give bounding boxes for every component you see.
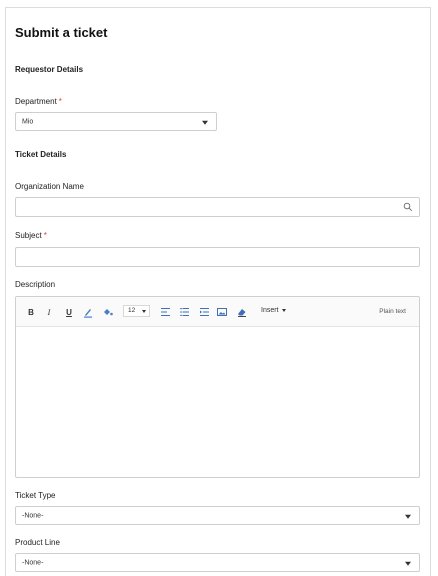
font-size-dropdown[interactable]: 12 [123, 305, 150, 317]
description-label: Description [15, 280, 56, 289]
required-marker: * [43, 231, 47, 240]
text-color-icon[interactable] [82, 306, 94, 318]
ticket-form-panel: Submit a ticket Requestor Details Depart… [5, 7, 431, 576]
organization-search-field[interactable] [15, 197, 420, 217]
insert-dropdown[interactable]: Insert [261, 307, 286, 314]
ticket-section-heading: Ticket Details [15, 150, 67, 159]
indent-icon[interactable] [198, 306, 210, 318]
requestor-section-heading: Requestor Details [15, 65, 84, 74]
organization-label: Organization Name [15, 182, 84, 191]
ticket-type-selected-value: -None- [22, 512, 44, 519]
department-selected-value: Mio [22, 118, 34, 125]
bold-icon[interactable]: B [25, 306, 37, 318]
search-icon[interactable] [403, 202, 413, 212]
chevron-down-icon [405, 514, 411, 519]
description-editor[interactable]: B I U 12 Insert Plain text [15, 296, 420, 478]
font-size-value: 12 [128, 307, 136, 314]
insert-label: Insert [261, 307, 279, 314]
page-title: Submit a ticket [15, 25, 108, 40]
plain-text-toggle[interactable]: Plain text [379, 308, 406, 315]
required-marker: * [58, 97, 62, 106]
clear-format-icon[interactable] [236, 306, 248, 318]
product-line-label: Product Line [15, 538, 60, 547]
subject-label: Subject * [15, 231, 47, 240]
subject-input[interactable] [15, 247, 420, 267]
ticket-type-label: Ticket Type [15, 491, 56, 500]
chevron-down-icon [202, 120, 208, 125]
subject-label-text: Subject [15, 231, 42, 240]
italic-icon[interactable]: I [43, 306, 55, 318]
product-line-select[interactable]: -None- [15, 553, 420, 572]
chevron-down-icon [281, 308, 286, 312]
chevron-down-icon [405, 561, 411, 566]
department-select[interactable]: Mio [15, 112, 217, 131]
editor-toolbar: B I U 12 Insert Plain text [16, 297, 419, 327]
background-color-icon[interactable] [101, 306, 114, 318]
image-icon[interactable] [216, 306, 228, 318]
product-line-selected-value: -None- [22, 559, 44, 566]
underline-icon[interactable]: U [63, 306, 75, 318]
align-icon[interactable] [159, 306, 171, 318]
chevron-down-icon [142, 310, 146, 313]
ticket-type-select[interactable]: -None- [15, 506, 420, 525]
department-label-text: Department [15, 97, 57, 106]
bullet-list-icon[interactable] [178, 306, 190, 318]
department-label: Department * [15, 97, 62, 106]
